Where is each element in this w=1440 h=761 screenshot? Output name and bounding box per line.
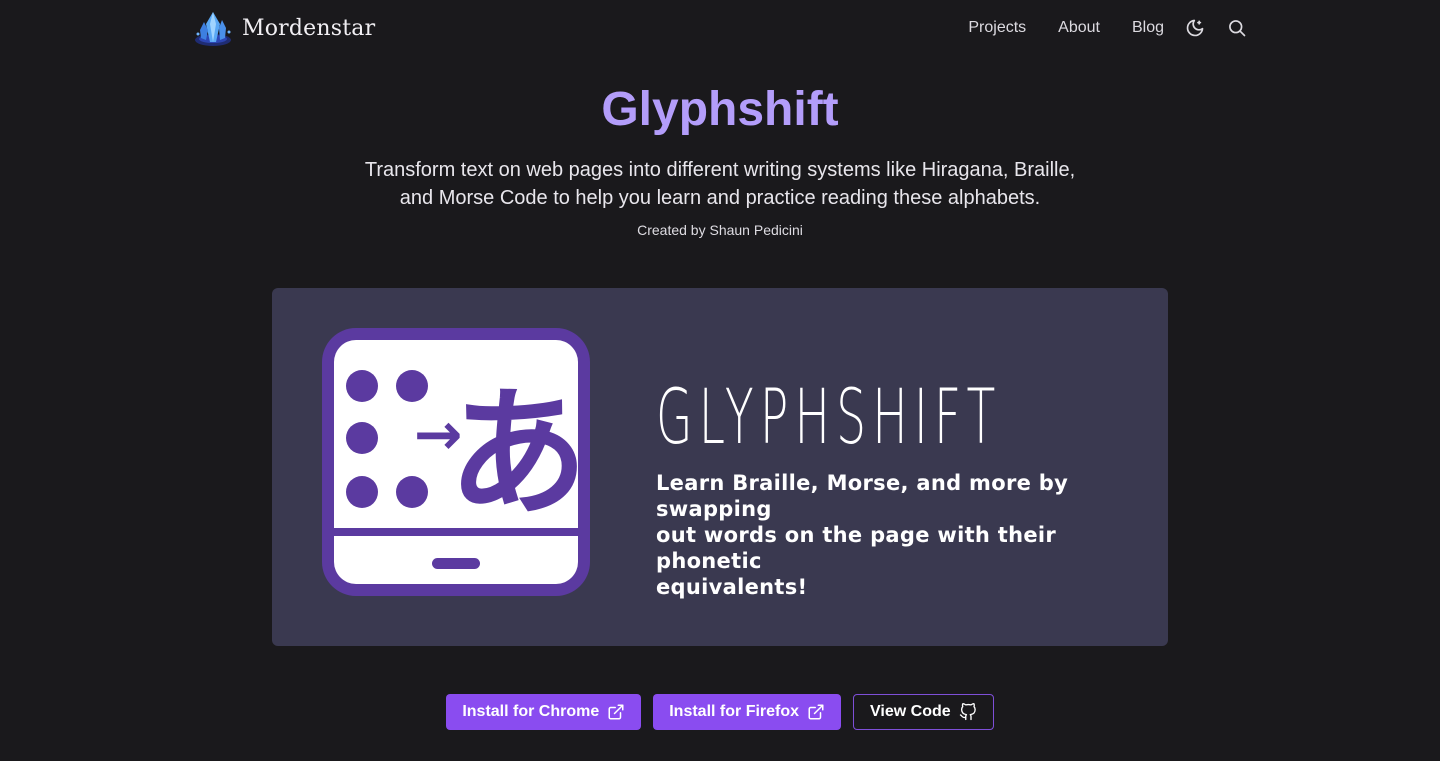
theme-toggle-button[interactable]	[1184, 17, 1206, 39]
install-firefox-button[interactable]: Install for Firefox	[653, 694, 842, 730]
external-link-icon	[808, 704, 824, 720]
external-link-icon	[608, 704, 624, 720]
glyphshift-app-icon: → あ	[322, 328, 590, 596]
brand-name: Mordenstar	[242, 15, 376, 41]
install-chrome-button[interactable]: Install for Chrome	[446, 694, 642, 730]
site-header: Mordenstar Projects About Blog	[0, 0, 1440, 56]
install-chrome-label: Install for Chrome	[462, 703, 600, 720]
crystal-logo-icon	[195, 12, 231, 46]
banner-tagline: Learn Braille, Morse, and more by swappi…	[656, 470, 1146, 600]
banner-tagline-line-1: Learn Braille, Morse, and more by swappi…	[656, 471, 1069, 521]
hero-description: Transform text on web pages into differe…	[320, 156, 1120, 212]
install-firefox-label: Install for Firefox	[669, 703, 800, 720]
nav-blog[interactable]: Blog	[1132, 19, 1164, 37]
main-nav: Projects About Blog	[968, 14, 1248, 42]
icon-hiragana-glyph: あ	[448, 373, 588, 536]
banner-tagline-line-2: out words on the page with their phoneti…	[656, 523, 1057, 573]
page-title: Glyphshift	[601, 83, 839, 136]
hero-description-line-2: and Morse Code to help you learn and pra…	[399, 187, 1041, 209]
search-button[interactable]	[1226, 17, 1248, 39]
project-banner: → あ GLYPHSHIFT Learn Braille, Morse, and…	[272, 288, 1168, 646]
action-buttons: Install for Chrome Install for Firefox V…	[0, 694, 1440, 730]
brand-link[interactable]: Mordenstar	[192, 8, 375, 48]
view-code-button[interactable]: View Code	[853, 694, 994, 730]
hero-description-line-1: Transform text on web pages into differe…	[364, 159, 1076, 181]
banner-tagline-line-3: equivalents!	[656, 575, 808, 599]
author-credit: Created by Shaun Pedicini	[637, 222, 803, 238]
banner-wordmark: GLYPHSHIFT	[656, 372, 1002, 461]
nav-projects[interactable]: Projects	[968, 19, 1026, 37]
view-code-label: View Code	[870, 703, 951, 720]
github-icon	[959, 703, 976, 721]
nav-about[interactable]: About	[1058, 19, 1100, 37]
moon-icon	[1186, 19, 1204, 37]
search-icon	[1229, 20, 1246, 37]
